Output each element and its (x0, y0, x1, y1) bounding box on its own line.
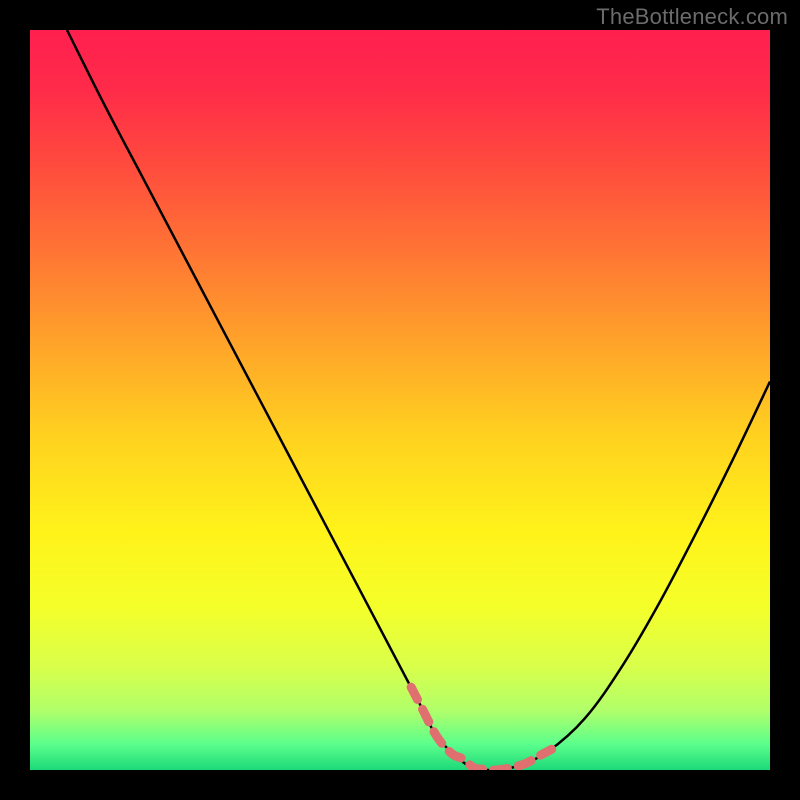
chart-frame: TheBottleneck.com (0, 0, 800, 800)
plot-area (30, 30, 770, 770)
gradient-background (30, 30, 770, 770)
watermark-text: TheBottleneck.com (596, 4, 788, 30)
chart-svg (30, 30, 770, 770)
